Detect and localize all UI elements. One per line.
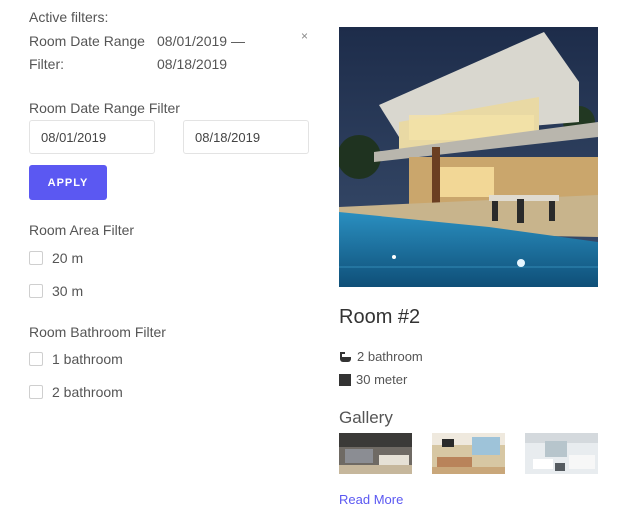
area-filter-title: Room Area Filter	[29, 222, 135, 238]
active-filters-title: Active filters:	[29, 9, 109, 25]
room-bathroom: 2 bathroom	[339, 349, 423, 364]
active-filter-label: Room Date Range Filter:	[29, 33, 145, 72]
bathroom-filter-title: Room Bathroom Filter	[29, 324, 166, 340]
bathroom-option-label: 1 bathroom	[52, 351, 123, 367]
room-title[interactable]: Room #2	[339, 306, 420, 329]
bathtub-icon	[340, 351, 351, 362]
checkbox[interactable]	[29, 284, 43, 298]
room-photo[interactable]	[339, 27, 598, 287]
date-filter-title: Room Date Range Filter	[29, 100, 180, 116]
remove-filter-icon[interactable]: ×	[301, 29, 308, 43]
read-more-link[interactable]: Read More	[339, 492, 403, 507]
square-icon	[339, 373, 351, 386]
active-filter-value: 08/01/2019 — 08/18/2019	[157, 33, 245, 72]
gallery-thumbnail[interactable]	[525, 433, 598, 474]
bathroom-option-2[interactable]: 2 bathroom	[29, 383, 123, 401]
bathroom-option-1[interactable]: 1 bathroom	[29, 350, 123, 368]
date-to-input[interactable]	[183, 120, 309, 154]
date-from-input[interactable]	[29, 120, 155, 154]
area-value: 30 meter	[356, 372, 408, 387]
area-option-30[interactable]: 30 m	[29, 282, 83, 300]
gallery-thumbnail[interactable]	[339, 433, 412, 474]
checkbox[interactable]	[29, 352, 43, 366]
gallery-thumbnail[interactable]	[432, 433, 505, 474]
bathroom-count: 2 bathroom	[357, 349, 423, 364]
gallery-title: Gallery	[339, 408, 393, 427]
room-area: 30 meter	[339, 372, 407, 387]
bathroom-option-label: 2 bathroom	[52, 384, 123, 400]
area-option-20[interactable]: 20 m	[29, 249, 83, 267]
checkbox[interactable]	[29, 251, 43, 265]
area-option-label: 20 m	[52, 250, 84, 266]
apply-button[interactable]: APPLY	[29, 165, 107, 200]
checkbox[interactable]	[29, 385, 43, 399]
area-option-label: 30 m	[52, 283, 84, 299]
